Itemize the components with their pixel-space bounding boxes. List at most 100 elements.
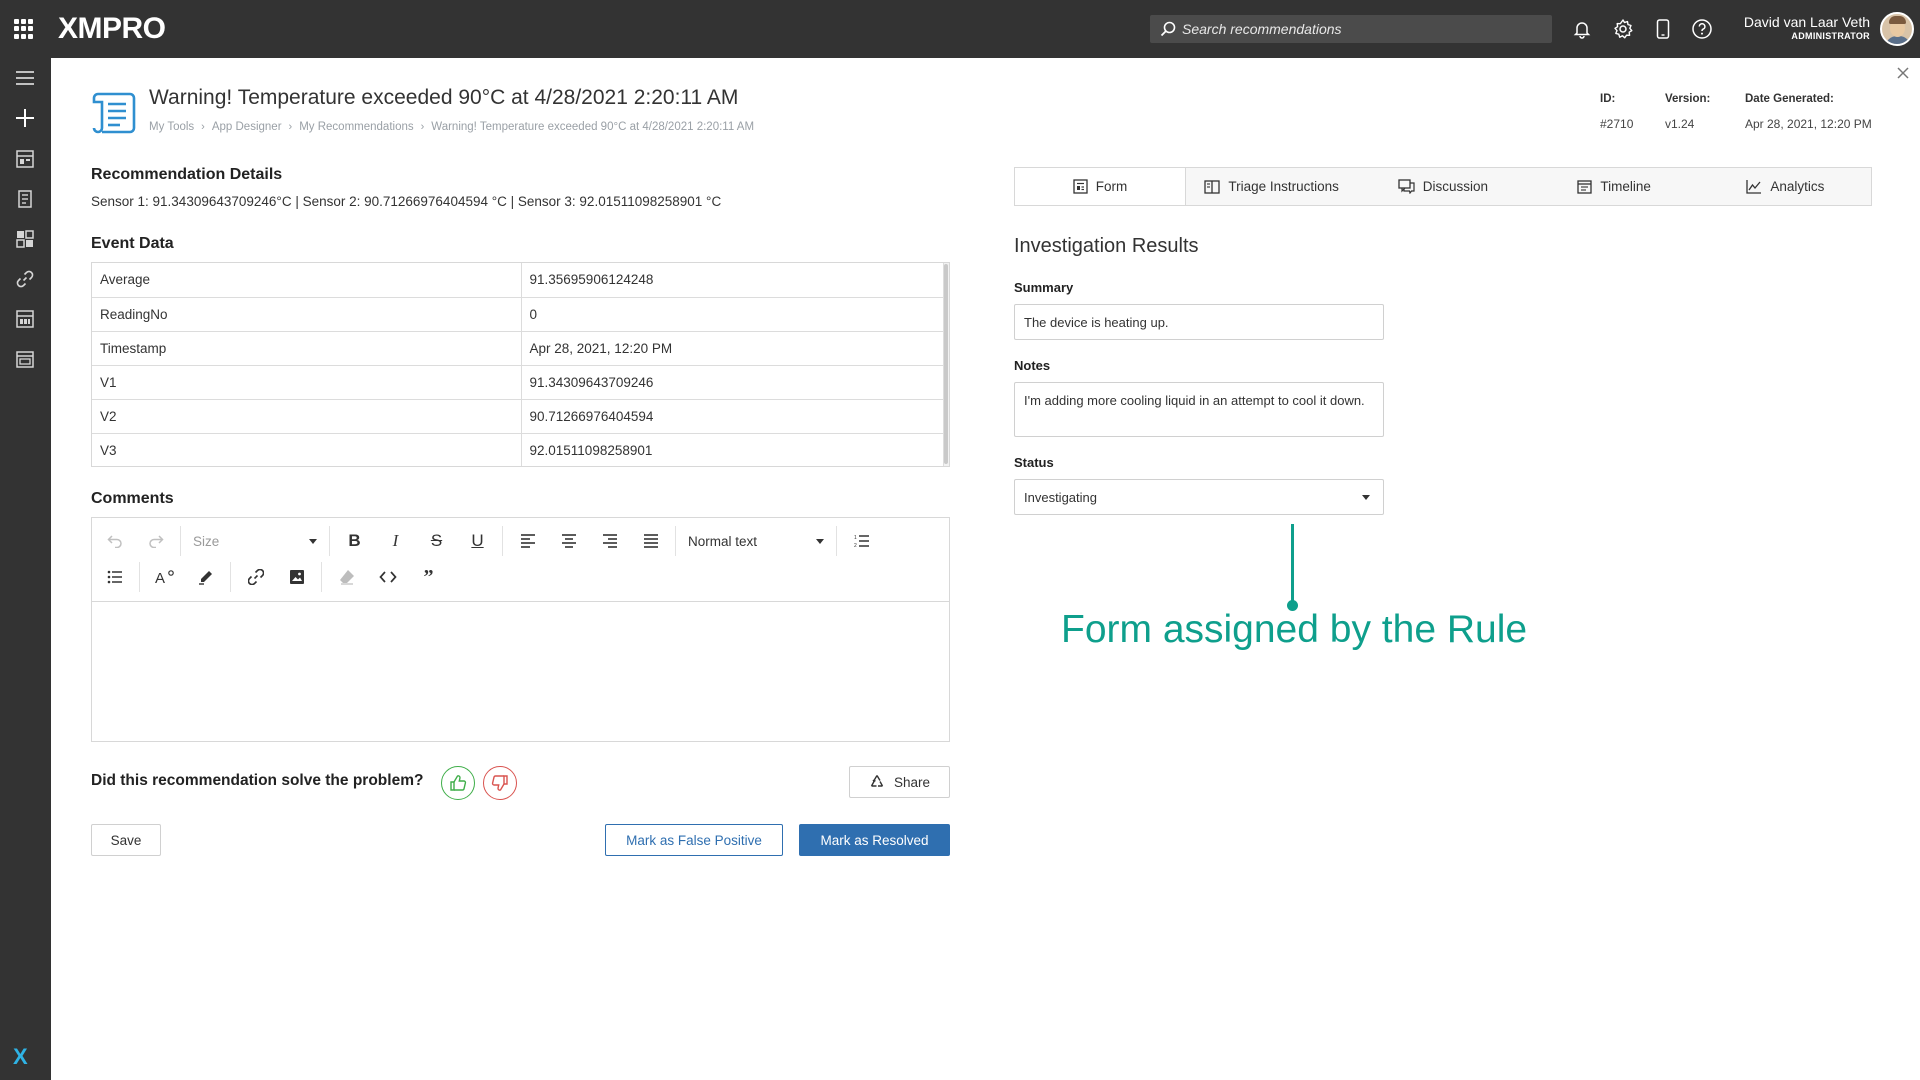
bell-icon[interactable] xyxy=(1570,17,1594,41)
status-select[interactable]: Investigating xyxy=(1014,479,1384,515)
avatar[interactable] xyxy=(1880,12,1914,46)
feedback-question: Did this recommendation solve the proble… xyxy=(91,772,424,789)
breadcrumb-my-recommendations[interactable]: My Recommendations xyxy=(299,121,413,133)
breadcrumb-current: Warning! Temperature exceeded 90°C at 4/… xyxy=(431,121,755,133)
underline-icon[interactable]: U xyxy=(457,526,498,556)
italic-icon[interactable]: I xyxy=(375,526,416,556)
version-value: v1.24 xyxy=(1665,117,1695,131)
annotation-line xyxy=(1291,524,1294,604)
chevron-down-icon xyxy=(1362,494,1370,500)
editor-toolbar-row-1: Size B I S U Normal text 12 xyxy=(94,523,882,559)
toolbar-divider xyxy=(329,526,330,556)
ordered-list-icon[interactable]: 12 xyxy=(841,526,882,556)
table-row: V2 90.71266976404594 xyxy=(92,399,945,434)
link-icon[interactable] xyxy=(235,562,276,592)
scrollbar-thumb[interactable] xyxy=(944,264,948,464)
image-icon[interactable] xyxy=(276,562,317,592)
thumbs-up-button[interactable] xyxy=(441,766,475,800)
comments-editor-body[interactable] xyxy=(92,601,949,741)
tab-form[interactable]: Form xyxy=(1015,168,1186,205)
mark-resolved-button[interactable]: Mark as Resolved xyxy=(799,824,950,856)
align-left-icon[interactable] xyxy=(507,526,548,556)
date-label: Date Generated: xyxy=(1745,93,1834,105)
row-key: ReadingNo xyxy=(92,297,522,332)
thumbs-down-button[interactable] xyxy=(483,766,517,800)
detail-tabs: Form Triage Instructions Discussion Time… xyxy=(1014,167,1872,206)
recommendation-scroll-icon xyxy=(90,88,140,138)
tab-discussion[interactable]: Discussion xyxy=(1357,168,1528,205)
event-data-table: Average 91.35695906124248 ReadingNo 0 Time… xyxy=(91,262,950,467)
quote-icon[interactable]: ” xyxy=(408,562,449,592)
search-icon xyxy=(1160,21,1176,37)
row-value: 0 xyxy=(521,297,945,332)
table-row: Average 91.35695906124248 xyxy=(92,263,945,298)
mobile-icon[interactable] xyxy=(1651,17,1675,41)
menu-icon[interactable] xyxy=(12,65,38,91)
status-value: Investigating xyxy=(1024,489,1097,505)
tab-analytics[interactable]: Analytics xyxy=(1700,168,1871,205)
search-box[interactable] xyxy=(1150,15,1552,43)
align-justify-icon[interactable] xyxy=(630,526,671,556)
paragraph-format-label: Normal text xyxy=(688,533,758,549)
calendar-icon[interactable] xyxy=(12,346,38,372)
notes-field[interactable]: I'm adding more cooling liquid in an att… xyxy=(1014,382,1384,437)
row-value: 91.35695906124248 xyxy=(521,263,945,298)
align-center-icon[interactable] xyxy=(548,526,589,556)
share-button[interactable]: Share xyxy=(849,766,950,798)
event-data-heading: Event Data xyxy=(91,235,174,252)
table-row: V3 92.01511098258901 xyxy=(92,433,945,466)
link-icon[interactable] xyxy=(12,266,38,292)
chevron-down-icon xyxy=(816,538,824,544)
font-size-select[interactable]: Size xyxy=(185,526,325,556)
mark-false-positive-button[interactable]: Mark as False Positive xyxy=(605,824,783,856)
code-icon[interactable] xyxy=(367,562,408,592)
undo-icon[interactable] xyxy=(94,526,135,556)
xmpro-logo[interactable]: XMPRO xyxy=(58,12,166,46)
dashboard-icon[interactable] xyxy=(12,146,38,172)
table-row: V1 91.34309643709246 xyxy=(92,365,945,400)
breadcrumb-my-tools[interactable]: My Tools xyxy=(149,121,194,133)
row-key: Average xyxy=(92,263,522,298)
tab-timeline-label: Timeline xyxy=(1600,179,1651,194)
apps-icon[interactable] xyxy=(12,226,38,252)
align-right-icon[interactable] xyxy=(589,526,630,556)
user-info[interactable]: David van Laar Veth ADMINISTRATOR xyxy=(1744,14,1870,41)
plus-icon[interactable] xyxy=(12,105,38,131)
tab-form-label: Form xyxy=(1095,179,1128,194)
bullet-list-icon[interactable] xyxy=(94,562,135,592)
redo-icon[interactable] xyxy=(135,526,176,556)
row-value: 92.01511098258901 xyxy=(521,433,945,466)
chevron-right-icon: › xyxy=(201,121,205,133)
recommendations-icon[interactable] xyxy=(12,186,38,212)
help-icon[interactable] xyxy=(1690,17,1714,41)
toolbar-divider xyxy=(836,526,837,556)
data-stream-icon[interactable] xyxy=(12,306,38,332)
xmpro-footer-logo: X xyxy=(13,1044,28,1069)
meta-date: Date Generated: Apr 28, 2021, 12:20 PM xyxy=(1745,93,1872,131)
table-scrollbar[interactable] xyxy=(943,263,949,466)
breadcrumb-app-designer[interactable]: App Designer xyxy=(212,121,282,133)
tab-timeline[interactable]: Timeline xyxy=(1529,168,1700,205)
app-grid-icon[interactable] xyxy=(14,19,34,39)
strikethrough-icon[interactable]: S xyxy=(416,526,457,556)
summary-label: Summary xyxy=(1014,280,1074,295)
discussion-icon xyxy=(1398,179,1415,194)
top-bar: XMPRO David van Laar Veth ADMINISTRATOR xyxy=(0,0,1920,58)
sidebar: X xyxy=(0,58,51,1080)
toolbar-divider xyxy=(180,526,181,556)
gear-icon[interactable] xyxy=(1611,17,1635,41)
close-icon[interactable] xyxy=(1894,64,1912,82)
font-size-label: Size xyxy=(193,533,220,549)
save-button[interactable]: Save xyxy=(91,824,161,856)
search-input[interactable] xyxy=(1182,21,1542,37)
version-label: Version: xyxy=(1665,93,1711,105)
paragraph-format-select[interactable]: Normal text xyxy=(680,526,832,556)
summary-field[interactable]: The device is heating up. xyxy=(1014,304,1384,340)
font-color-icon[interactable]: A xyxy=(144,562,185,592)
toolbar-divider xyxy=(321,562,322,592)
bold-icon[interactable]: B xyxy=(334,526,375,556)
row-value: 90.71266976404594 xyxy=(521,399,945,434)
tab-triage-instructions[interactable]: Triage Instructions xyxy=(1186,168,1357,205)
highlight-pen-icon[interactable] xyxy=(185,562,226,592)
eraser-icon[interactable] xyxy=(326,562,367,592)
